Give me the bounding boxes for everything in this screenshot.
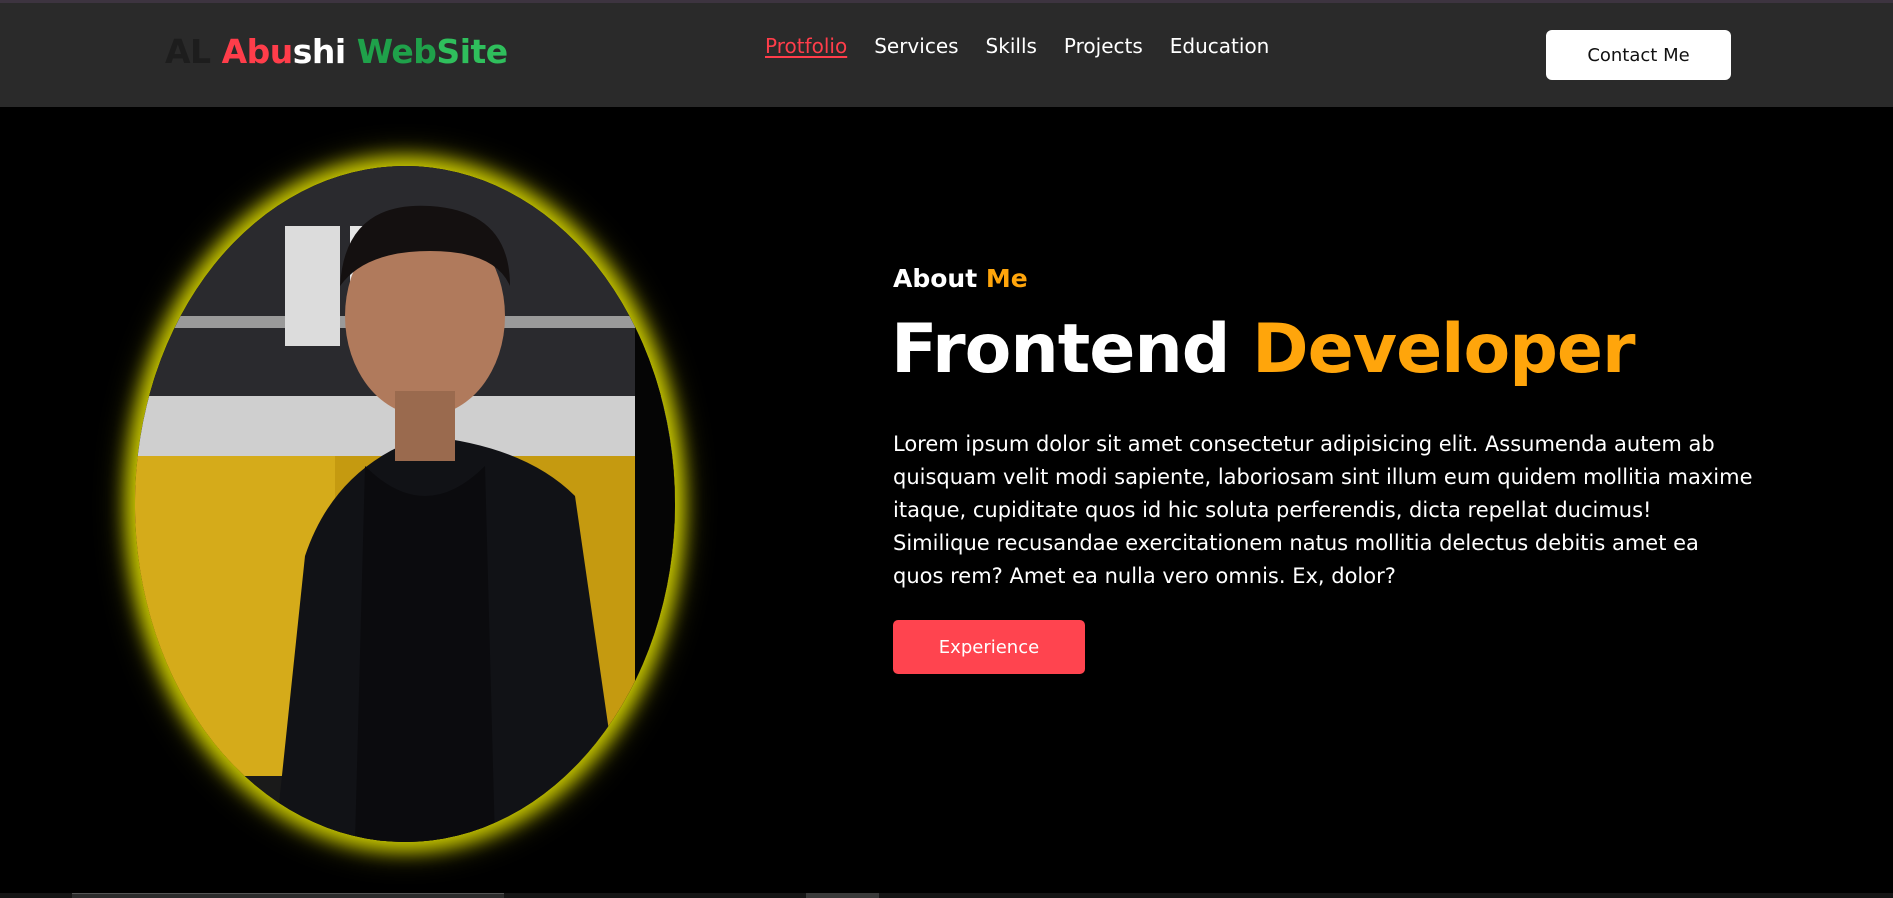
experience-button[interactable]: Experience	[893, 620, 1085, 674]
profile-photo-illustration	[135, 166, 675, 842]
site-header: AL Abushi WebSite Protfolio Services Ski…	[0, 3, 1893, 107]
contact-me-button[interactable]: Contact Me	[1546, 30, 1731, 80]
hero-title-accent: Developer	[1252, 310, 1635, 389]
about-label-text: About	[893, 264, 978, 293]
about-me-label: About Me	[893, 264, 1028, 293]
bottom-strip-segment	[72, 893, 504, 898]
hero-title-text: Frontend	[891, 310, 1230, 389]
hero-title: Frontend Developer	[891, 310, 1636, 389]
logo-part-site: Site	[436, 32, 508, 71]
logo-prefix: AL	[165, 32, 211, 71]
nav-item-skills[interactable]: Skills	[986, 34, 1037, 58]
hero-bio: Lorem ipsum dolor sit amet consectetur a…	[893, 432, 1753, 588]
profile-photo	[135, 166, 675, 842]
logo-part-web: Web	[356, 32, 437, 71]
nav-item-projects[interactable]: Projects	[1064, 34, 1143, 58]
nav-item-portfolio[interactable]: Protfolio	[765, 34, 847, 58]
about-label-accent: Me	[985, 264, 1028, 293]
bottom-strip-segment	[806, 893, 879, 898]
logo-part-shi: shi	[292, 32, 346, 71]
main-nav: Protfolio Services Skills Projects Educa…	[765, 34, 1269, 58]
logo-part-abu: Abu	[221, 32, 294, 71]
nav-item-education[interactable]: Education	[1170, 34, 1270, 58]
nav-item-services[interactable]: Services	[874, 34, 958, 58]
site-logo[interactable]: AL Abushi WebSite	[165, 32, 508, 71]
bottom-strip	[0, 893, 1893, 898]
